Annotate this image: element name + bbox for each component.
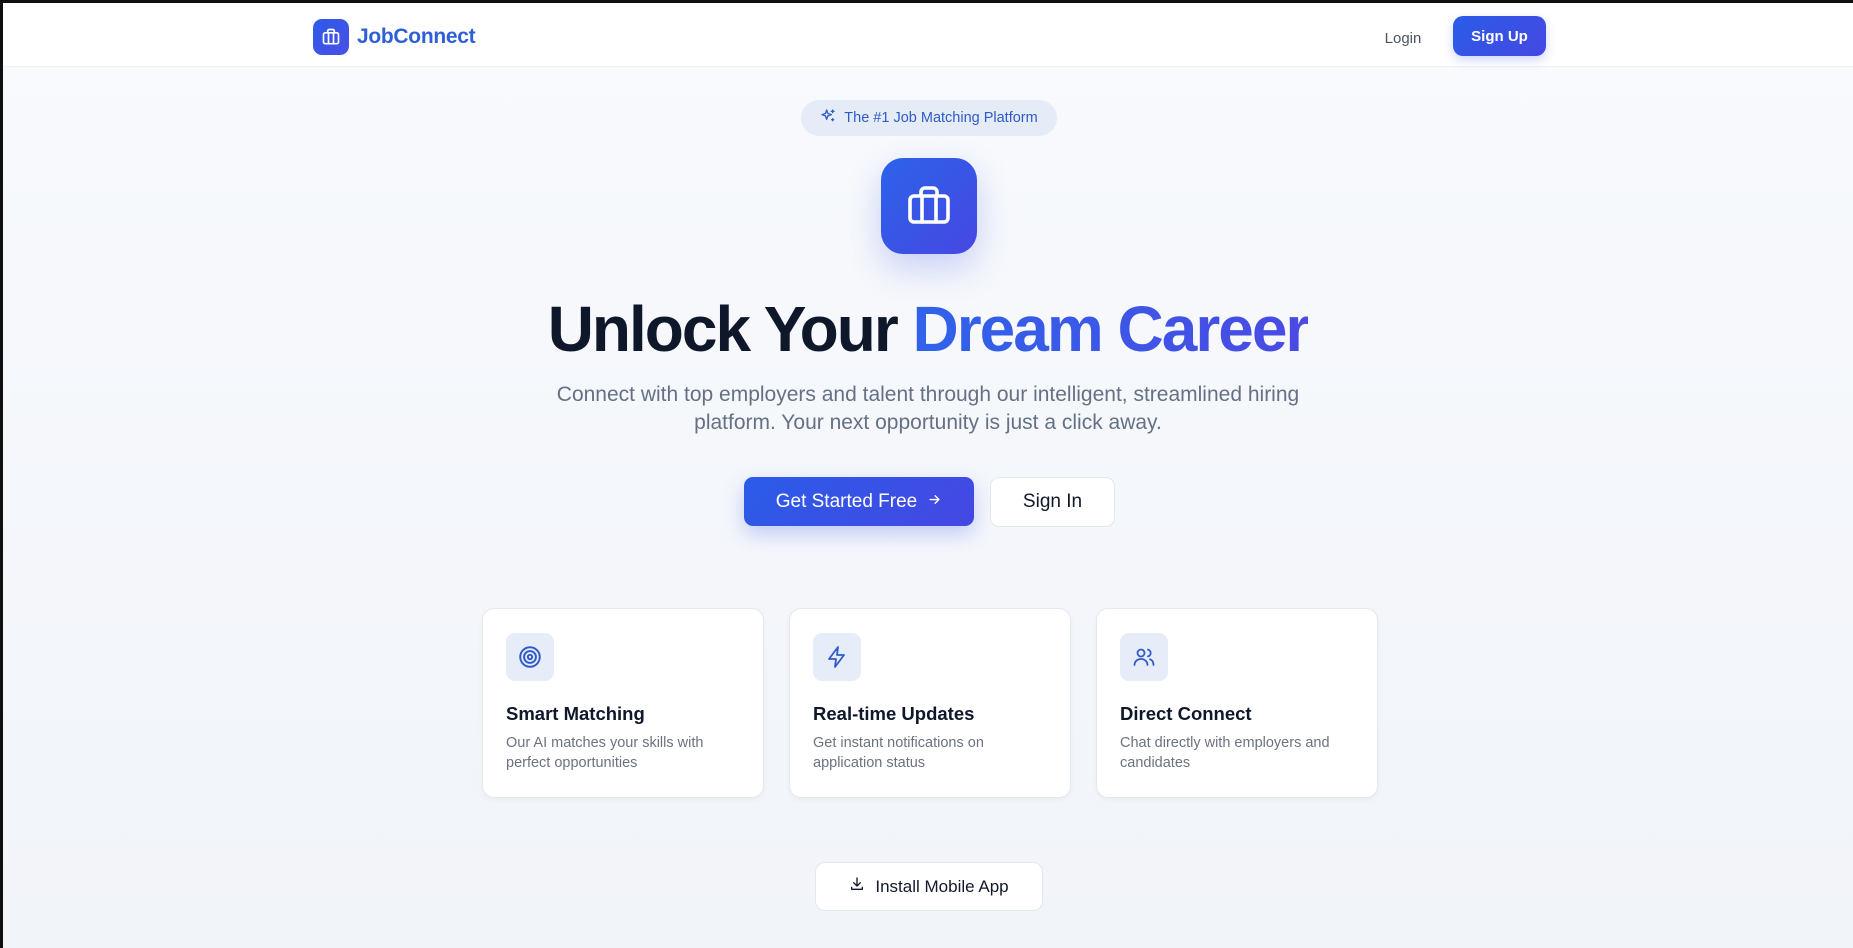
badge-text: The #1 Job Matching Platform <box>844 110 1038 126</box>
feature-card-direct-connect: Direct Connect Chat directly with employ… <box>1096 608 1378 798</box>
app-window: JobConnect Login Sign Up The #1 Job Matc… <box>3 3 1853 948</box>
brand-logo-link[interactable]: JobConnect <box>313 19 476 55</box>
brand-name: JobConnect <box>357 25 476 48</box>
target-icon <box>506 633 554 681</box>
feature-card-realtime-updates: Real-time Updates Get instant notificati… <box>789 608 1071 798</box>
feature-card-smart-matching: Smart Matching Our AI matches your skill… <box>482 608 764 798</box>
top-navbar: JobConnect Login Sign Up <box>3 3 1853 67</box>
install-label: Install Mobile App <box>875 876 1009 896</box>
feature-title: Smart Matching <box>506 703 645 724</box>
feature-description: Get instant notifications on application… <box>813 735 984 771</box>
get-started-label: Get Started Free <box>775 490 918 512</box>
hero-headline: Unlock Your Dream Career <box>3 290 1853 368</box>
hero-briefcase-icon <box>881 158 977 254</box>
login-link[interactable]: Login <box>1368 19 1438 57</box>
platform-badge: The #1 Job Matching Platform <box>801 100 1057 136</box>
get-started-button[interactable]: Get Started Free <box>744 477 974 526</box>
signup-button[interactable]: Sign Up <box>1453 16 1546 56</box>
sign-in-button[interactable]: Sign In <box>990 477 1115 527</box>
headline-part1: Unlock Your <box>547 293 899 365</box>
users-icon <box>1120 633 1168 681</box>
feature-description: Chat directly with employers and candida… <box>1120 735 1330 771</box>
feature-title: Real-time Updates <box>813 703 975 724</box>
download-icon <box>849 876 865 897</box>
briefcase-icon <box>313 19 349 55</box>
sparkles-icon <box>820 108 836 129</box>
install-mobile-app-button[interactable]: Install Mobile App <box>815 862 1043 911</box>
headline-accent: Dream Career <box>912 293 1311 365</box>
arrow-right-icon <box>927 491 942 513</box>
feature-description: Our AI matches your skills with perfect … <box>506 735 704 771</box>
hero-subtitle: Connect with top employers and talent th… <box>556 383 1300 434</box>
feature-title: Direct Connect <box>1120 703 1252 724</box>
zap-icon <box>813 633 861 681</box>
